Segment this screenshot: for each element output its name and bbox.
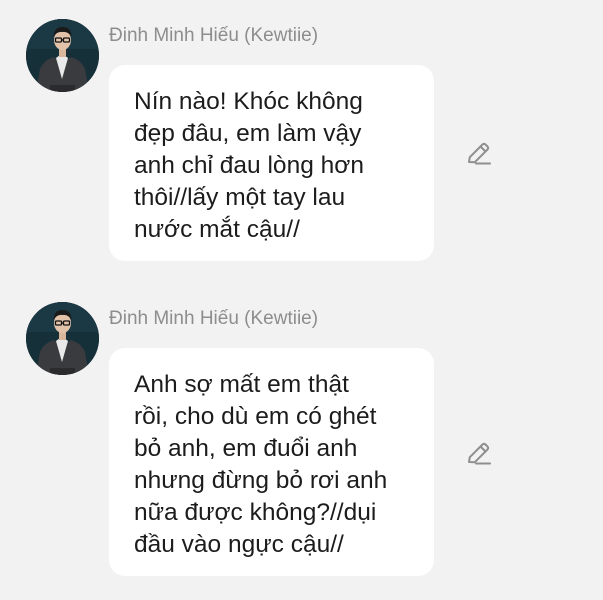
message-text: Nín nào! Khóc không đẹp đâu, em làm vậy … xyxy=(134,88,364,243)
chat-thread: Đinh Minh Hiếu (Kewtiie) Nín nào! Khóc k… xyxy=(0,0,603,600)
message-text: Anh sợ mất em thật rồi, cho dù em có ghé… xyxy=(134,371,388,558)
pencil-edit-icon xyxy=(468,442,491,465)
avatar[interactable] xyxy=(26,19,99,92)
message-bubble: Anh sợ mất em thật rồi, cho dù em có ghé… xyxy=(109,348,434,576)
user-avatar-icon xyxy=(26,19,99,92)
message-item: Đinh Minh Hiếu (Kewtiie) Anh sợ mất em t… xyxy=(0,283,603,600)
sender-name: Đinh Minh Hiếu (Kewtiie) xyxy=(109,25,319,46)
pencil-edit-icon xyxy=(468,142,491,165)
edit-message-button[interactable] xyxy=(464,440,494,470)
message-item: Đinh Minh Hiếu (Kewtiie) Nín nào! Khóc k… xyxy=(0,0,603,280)
sender-name: Đinh Minh Hiếu (Kewtiie) xyxy=(109,308,319,329)
edit-message-button[interactable] xyxy=(464,140,494,170)
avatar[interactable] xyxy=(26,302,99,375)
user-avatar-icon xyxy=(26,302,99,375)
message-bubble: Nín nào! Khóc không đẹp đâu, em làm vậy … xyxy=(109,65,434,261)
